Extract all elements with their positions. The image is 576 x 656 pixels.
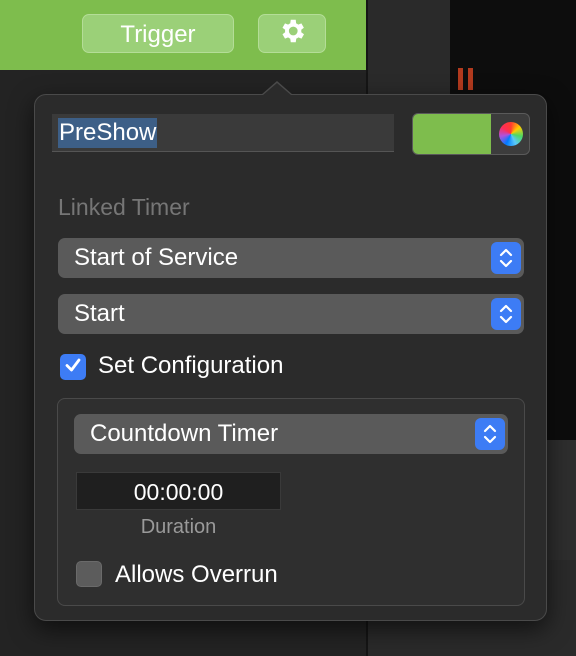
trigger-button[interactable]: Trigger — [82, 14, 234, 53]
allows-overrun-label[interactable]: Allows Overrun — [115, 561, 278, 589]
color-well[interactable] — [412, 113, 530, 155]
popover-arrow-fill — [263, 83, 291, 95]
chevron-updown-icon — [491, 242, 521, 274]
timer-action-select[interactable]: Start — [58, 294, 524, 334]
audio-meter-right — [468, 68, 473, 90]
color-swatch[interactable] — [413, 114, 491, 154]
linked-timer-select-value: Start of Service — [74, 244, 239, 271]
timer-name-input[interactable]: PreShow — [52, 114, 394, 152]
timer-action-select-value: Start — [74, 300, 125, 327]
gear-icon — [277, 16, 307, 51]
set-configuration-checkbox[interactable] — [60, 354, 86, 380]
linked-timer-select[interactable]: Start of Service — [58, 238, 524, 278]
duration-label: Duration — [140, 516, 217, 538]
chevron-updown-icon — [475, 418, 505, 450]
checkmark-icon — [63, 355, 83, 380]
timer-header-bar: Trigger — [0, 0, 366, 70]
settings-button[interactable] — [258, 14, 326, 53]
timer-name-text: PreShow — [58, 117, 158, 148]
duration-input[interactable]: 00:00:00 — [76, 472, 281, 510]
timer-type-select-value: Countdown Timer — [90, 420, 279, 447]
allows-overrun-checkbox[interactable] — [76, 561, 102, 587]
chevron-updown-icon — [491, 298, 521, 330]
linked-timer-label: Linked Timer — [58, 194, 190, 220]
color-wheel-icon[interactable] — [499, 122, 523, 146]
audio-meter-left — [458, 68, 463, 90]
timer-type-select[interactable]: Countdown Timer — [74, 414, 508, 454]
set-configuration-label[interactable]: Set Configuration — [98, 352, 283, 380]
